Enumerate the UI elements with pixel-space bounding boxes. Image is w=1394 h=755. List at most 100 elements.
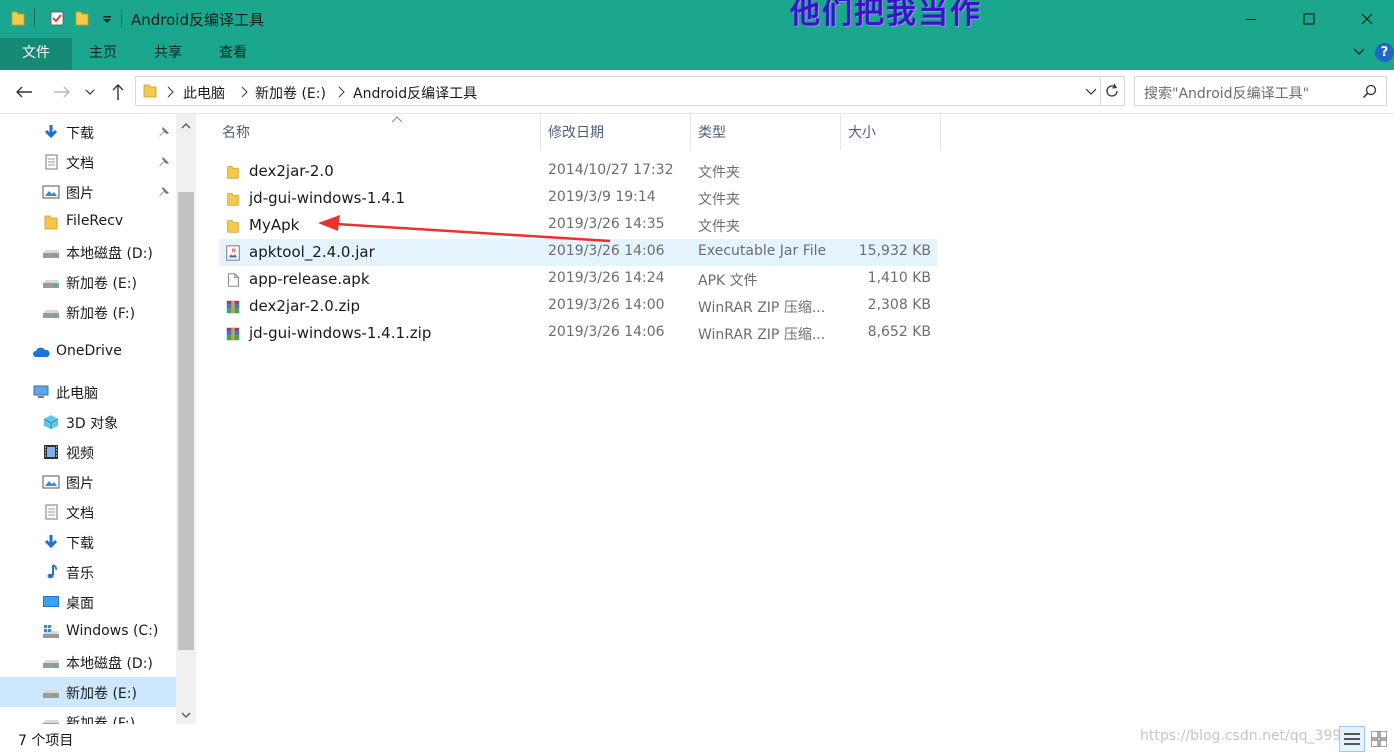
expand-ribbon-chevron-icon[interactable]: [1352, 45, 1366, 59]
sidebar-item[interactable]: 图片: [0, 177, 176, 207]
sidebar-item[interactable]: 新加卷 (E:): [0, 267, 176, 297]
sidebar-item[interactable]: FileRecv: [0, 207, 176, 237]
sidebar-item[interactable]: 新加卷 (E:): [0, 677, 176, 707]
navigation-scrollbar[interactable]: [176, 114, 196, 724]
sidebar-item-label: 新加卷 (F:): [66, 716, 136, 724]
download-arrow-icon: [44, 535, 58, 549]
ribbon-tab-bar: 文件 主页 共享 查看 ?: [0, 38, 1394, 70]
search-input[interactable]: 搜索"Android反编译工具": [1134, 76, 1387, 106]
sidebar-item-label: 此电脑: [56, 386, 98, 402]
desktop-icon: [43, 596, 59, 607]
breadcrumb-chevron-icon[interactable]: [337, 86, 347, 98]
sidebar-item[interactable]: 本地磁盘 (D:): [0, 237, 176, 267]
properties-check-icon[interactable]: [49, 9, 65, 27]
file-type: 文件夹: [698, 165, 740, 181]
large-icons-view-button[interactable]: [1366, 726, 1392, 752]
maximize-button[interactable]: [1286, 0, 1332, 38]
folder-icon: [11, 11, 25, 26]
drive-icon: [43, 280, 59, 288]
sidebar-item-label: 文档: [66, 506, 94, 522]
sidebar-item-label: 音乐: [66, 566, 94, 582]
tab-share[interactable]: 共享: [142, 38, 194, 70]
drive-icon: [43, 250, 59, 258]
sidebar-item[interactable]: 下载: [0, 117, 176, 147]
winrar-archive-icon: [226, 300, 240, 314]
sidebar-item[interactable]: 文档: [0, 147, 176, 177]
tab-home[interactable]: 主页: [78, 38, 128, 70]
tab-file[interactable]: 文件: [0, 38, 72, 70]
column-header-type[interactable]: 类型: [691, 114, 841, 150]
file-row[interactable]: app-release.apk 2019/3/26 14:24 APK 文件 1,41…: [219, 266, 937, 293]
address-history-chevron-icon[interactable]: [1085, 87, 1097, 97]
sidebar-item[interactable]: 桌面: [0, 587, 176, 617]
close-button[interactable]: [1344, 0, 1390, 38]
sidebar-item[interactable]: Windows (C:): [0, 617, 176, 647]
sidebar-item[interactable]: 文档: [0, 497, 176, 527]
sidebar-item[interactable]: 下载: [0, 527, 176, 557]
back-button[interactable]: [12, 80, 36, 104]
address-bar[interactable]: 此电脑 新加卷 (E:) Android反编译工具: [135, 76, 1125, 106]
file-row[interactable]: dex2jar-2.0 2014/10/27 17:32 文件夹: [219, 158, 937, 185]
status-bar: 7 个项目 https://blog.csdn.net/qq_399: [0, 724, 1394, 755]
file-row[interactable]: jd-gui-windows-1.4.1.zip 2019/3/26 14:06 W…: [219, 320, 937, 347]
column-header-name-label: 名称: [222, 125, 250, 141]
sidebar-item-label: 新加卷 (E:): [66, 276, 137, 292]
details-view-icon: [1344, 733, 1360, 745]
scrollbar-thumb[interactable]: [178, 192, 194, 650]
up-button[interactable]: [106, 80, 130, 104]
drive-icon: [43, 690, 59, 698]
column-header-name[interactable]: 名称: [215, 114, 541, 150]
file-name: jd-gui-windows-1.4.1: [249, 189, 406, 207]
back-arrow-icon: [16, 86, 32, 98]
search-icon[interactable]: [1362, 84, 1377, 99]
file-size: 15,932 KB: [858, 243, 931, 259]
pin-icon[interactable]: [158, 156, 170, 168]
column-header-size[interactable]: 大小: [841, 114, 941, 150]
forward-button[interactable]: [50, 80, 74, 104]
sidebar-item[interactable]: 此电脑: [0, 377, 176, 407]
search-placeholder: 搜索"Android反编译工具": [1144, 86, 1310, 102]
sidebar-item[interactable]: 音乐: [0, 557, 176, 587]
drive-icon: [43, 720, 59, 724]
sidebar-item[interactable]: 本地磁盘 (D:): [0, 647, 176, 677]
minimize-button[interactable]: [1228, 0, 1274, 38]
help-icon[interactable]: ?: [1375, 43, 1394, 62]
chevron-down-icon: [85, 89, 95, 95]
breadcrumb-drive-e[interactable]: 新加卷 (E:): [255, 83, 326, 103]
scroll-up-arrow-icon[interactable]: [181, 122, 191, 130]
file-type: WinRAR ZIP 压缩...: [698, 300, 826, 316]
pin-icon[interactable]: [158, 126, 170, 138]
sidebar-item-label: 文档: [66, 156, 94, 172]
breadcrumb-current-folder[interactable]: Android反编译工具: [353, 83, 477, 103]
sidebar-item[interactable]: 视频: [0, 437, 176, 467]
pin-icon[interactable]: [158, 186, 170, 198]
refresh-icon[interactable]: [1104, 83, 1120, 99]
scroll-down-arrow-icon[interactable]: [181, 711, 191, 719]
address-divider: [1100, 77, 1101, 105]
picture-icon: [42, 475, 60, 489]
onedrive-cloud-icon: [33, 347, 50, 357]
sidebar-item[interactable]: 3D 对象: [0, 407, 176, 437]
file-row[interactable]: dex2jar-2.0.zip 2019/3/26 14:00 WinRAR ZIP…: [219, 293, 937, 320]
tab-view[interactable]: 查看: [207, 38, 259, 70]
sidebar-item-label: 新加卷 (F:): [66, 306, 136, 322]
customize-toolbar-dropdown-icon[interactable]: [99, 9, 115, 27]
file-row[interactable]: jd-gui-windows-1.4.1 2019/3/9 19:14 文件夹: [219, 185, 937, 212]
overlay-caption: 他们把我当作: [790, 0, 982, 31]
sidebar-item-label: 本地磁盘 (D:): [66, 246, 153, 262]
details-view-button[interactable]: [1339, 726, 1365, 752]
recent-locations-button[interactable]: [82, 80, 98, 104]
file-date: 2019/3/26 14:06: [548, 324, 665, 340]
column-header-date[interactable]: 修改日期: [541, 114, 691, 150]
breadcrumb-this-pc[interactable]: 此电脑: [183, 83, 225, 103]
new-folder-icon[interactable]: [74, 9, 90, 27]
breadcrumb-chevron-icon[interactable]: [240, 86, 250, 98]
sidebar-item-label: 下载: [66, 126, 94, 142]
sidebar-item[interactable]: OneDrive: [0, 337, 176, 367]
sidebar-item[interactable]: 新加卷 (F:): [0, 707, 176, 724]
sidebar-item-label: Windows (C:): [66, 623, 159, 639]
file-name: jd-gui-windows-1.4.1.zip: [249, 324, 432, 342]
sidebar-item[interactable]: 图片: [0, 467, 176, 497]
sidebar-item[interactable]: 新加卷 (F:): [0, 297, 176, 327]
sidebar-item-label: 视频: [66, 446, 94, 462]
